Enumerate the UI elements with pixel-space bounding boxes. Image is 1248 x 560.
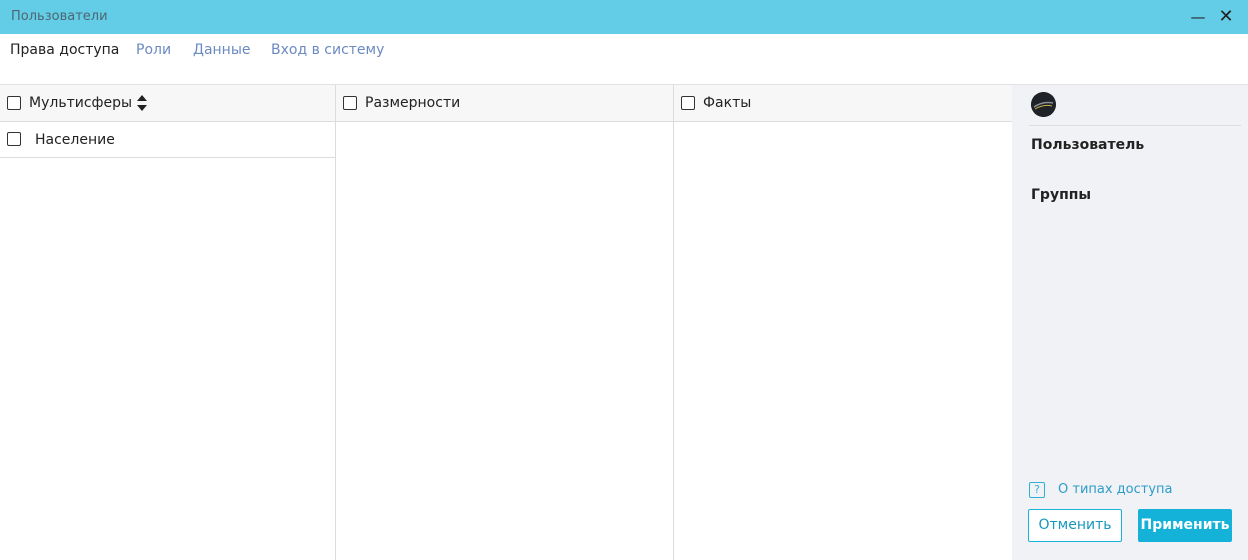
apply-button[interactable]: Применить — [1138, 509, 1232, 542]
list-item-label: Население — [35, 132, 115, 148]
dimensions-header: Размерности — [336, 85, 673, 122]
tab-login[interactable]: Вход в систему — [271, 42, 384, 58]
facts-header: Факты — [674, 85, 1012, 122]
dimensions-column: Размерности — [336, 85, 674, 560]
window-titlebar: Пользователи — ✕ — [0, 0, 1248, 34]
help-link-text: О типах доступа — [1058, 482, 1173, 497]
row-checkbox[interactable] — [7, 132, 21, 146]
tab-access-rights[interactable]: Права доступа — [10, 42, 119, 58]
avatar-graphic — [1031, 92, 1056, 117]
sidebar-divider — [1029, 125, 1241, 126]
minimize-icon[interactable]: — — [1188, 7, 1208, 27]
tab-bar: Права доступа Роли Данные Вход в систему — [0, 34, 1248, 85]
multispheres-header: Мультисферы — [0, 85, 335, 122]
facts-column: Факты — [674, 85, 1012, 560]
user-avatar-icon[interactable] — [1031, 92, 1056, 117]
dimensions-select-all-checkbox[interactable] — [343, 96, 357, 110]
multispheres-column: Мультисферы Население — [0, 85, 336, 560]
dimensions-header-label: Размерности — [365, 95, 461, 111]
tab-roles[interactable]: Роли — [136, 42, 171, 58]
sort-icon[interactable] — [136, 93, 148, 113]
window-title: Пользователи — [11, 9, 108, 24]
groups-section-label: Группы — [1031, 187, 1092, 203]
close-icon[interactable]: ✕ — [1216, 7, 1236, 27]
multispheres-header-label: Мультисферы — [29, 95, 133, 111]
user-section-label: Пользователь — [1031, 137, 1145, 153]
multispheres-select-all-checkbox[interactable] — [7, 96, 21, 110]
help-icon: ? — [1029, 482, 1045, 498]
list-item[interactable]: Население — [0, 122, 335, 158]
facts-select-all-checkbox[interactable] — [681, 96, 695, 110]
tab-data[interactable]: Данные — [193, 42, 251, 58]
user-sidebar: Пользователь Группы ? О типах доступа От… — [1012, 85, 1248, 560]
cancel-button[interactable]: Отменить — [1028, 509, 1122, 542]
facts-header-label: Факты — [703, 95, 752, 111]
